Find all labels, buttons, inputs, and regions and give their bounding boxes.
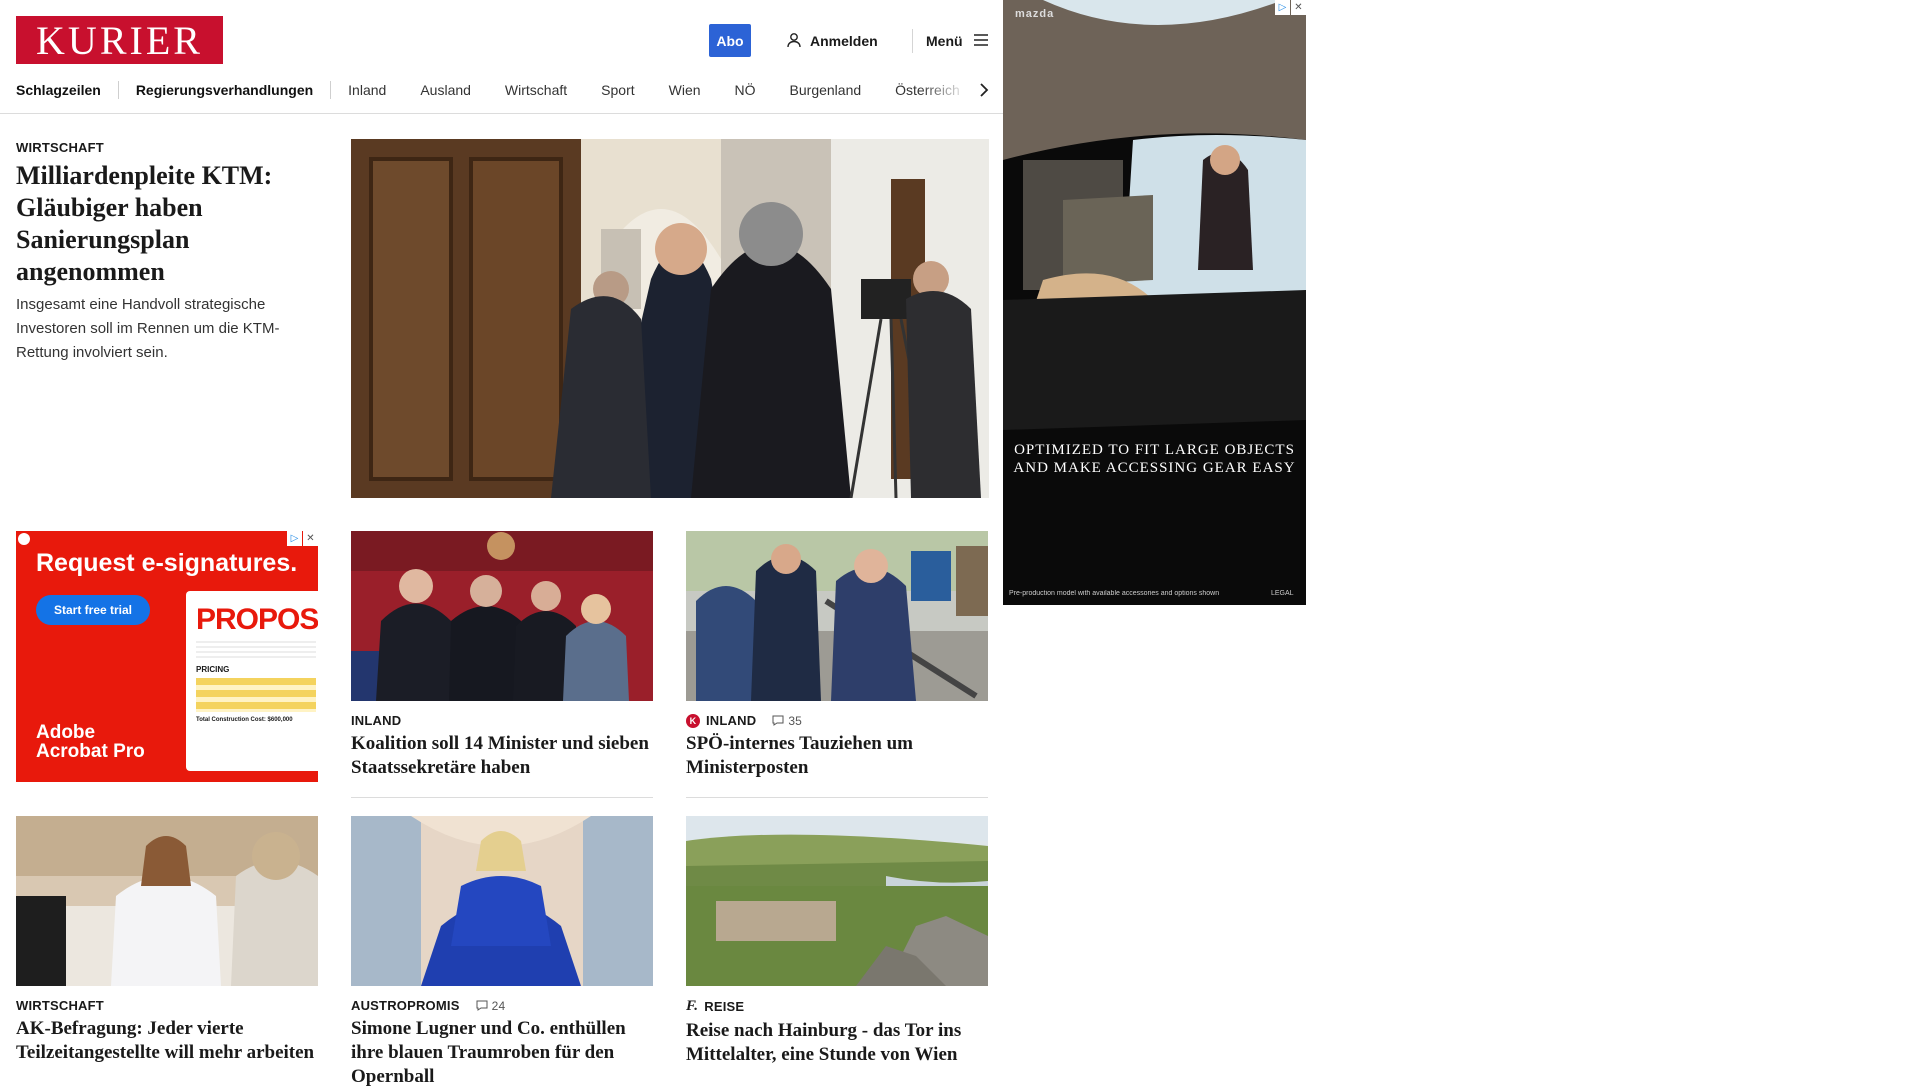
card-headline[interactable]: AK-Befragung: Jeder vierte Teilzeitanges… (16, 1017, 318, 1065)
section-nav: Schlagzeilen Regierungsverhandlungen Inl… (16, 76, 993, 104)
card-headline[interactable]: Koalition soll 14 Minister und sieben St… (351, 732, 653, 780)
lead-headline[interactable]: Milliardenpleite KTM: Gläubiger haben Sa… (16, 160, 326, 288)
nav-item-wirtschaft[interactable]: Wirtschaft (488, 82, 584, 98)
menu-button[interactable]: Menü (926, 29, 989, 53)
article-image[interactable] (686, 816, 988, 986)
lead-kicker[interactable]: WIRTSCHAFT (16, 140, 104, 155)
card-kicker[interactable]: AUSTROPROMIS 24 (351, 998, 653, 1013)
nav-item-inland[interactable]: Inland (331, 82, 403, 98)
card-headline[interactable]: SPÖ-internes Tauziehen um Ministerposten (686, 732, 988, 780)
chevron-right-icon[interactable] (976, 78, 992, 102)
nav-item-schlagzeilen[interactable]: Schlagzeilen (16, 82, 118, 98)
card-kicker[interactable]: K INLAND 35 (686, 713, 988, 728)
ad-headline: Request e-signatures. (36, 549, 298, 577)
adobe-badge-icon (18, 533, 30, 545)
comment-count[interactable]: 35 (772, 714, 802, 728)
doc-total: Total Construction Cost: $600,000 (196, 717, 293, 723)
article-card[interactable]: K INLAND 35 SPÖ-internes Tauziehen um Mi… (686, 531, 988, 780)
ad-mazda[interactable]: ▷ ✕ mazda OPTIMIZED TO FIT LARGE OBJECTS … (1003, 0, 1306, 605)
nav-fade (920, 76, 980, 104)
ad-mazda-image (1003, 0, 1306, 605)
comment-count[interactable]: 24 (476, 999, 506, 1013)
comment-icon (772, 715, 784, 726)
login-label: Anmelden (810, 33, 878, 49)
article-image[interactable] (16, 816, 318, 986)
header-divider (912, 29, 913, 53)
doc-title: PROPOSAL (196, 603, 318, 636)
nav-item-regierungsverhandlungen[interactable]: Regierungsverhandlungen (119, 82, 330, 98)
comment-icon (476, 1000, 488, 1011)
doc-text-lines (196, 641, 316, 659)
hamburger-icon (973, 33, 989, 50)
article-card[interactable]: INLAND Koalition soll 14 Minister und si… (351, 531, 653, 780)
article-image[interactable] (351, 816, 653, 986)
article-card[interactable]: WIRTSCHAFT AK-Befragung: Jeder vierte Te… (16, 816, 318, 1065)
ad-disclaimer: Pre-production model with available acce… (1009, 590, 1220, 597)
article-image[interactable] (686, 531, 988, 701)
nav-item-ausland[interactable]: Ausland (403, 82, 488, 98)
nav-divider (0, 113, 1007, 114)
kurier-logo[interactable]: KURIER (16, 16, 223, 64)
nav-item-burgenland[interactable]: Burgenland (773, 82, 879, 98)
start-trial-button[interactable]: Start free trial (36, 595, 150, 625)
card-kicker[interactable]: WIRTSCHAFT (16, 998, 318, 1013)
nav-item-noe[interactable]: NÖ (718, 82, 773, 98)
article-card[interactable]: f. REISE Reise nach Hainburg - das Tor i… (686, 816, 988, 1067)
card-divider (351, 797, 653, 798)
card-headline[interactable]: Reise nach Hainburg - das Tor ins Mittel… (686, 1019, 988, 1067)
adchoices-icon[interactable]: ▷ ✕ (1275, 0, 1306, 15)
card-divider (686, 797, 988, 798)
menu-label: Menü (926, 33, 963, 49)
adobe-brand: Adobe Acrobat Pro (36, 722, 145, 762)
user-icon (786, 32, 802, 51)
lead-teaser: Insgesamt eine Handvoll strategische Inv… (16, 296, 280, 361)
kurier-plus-badge-icon: K (686, 713, 700, 728)
nav-item-sport[interactable]: Sport (584, 82, 651, 98)
ad-document: PROPOSAL PRICING Total Construction Cost… (186, 591, 318, 771)
doc-pricing-table (196, 678, 316, 712)
card-kicker[interactable]: f. REISE (686, 998, 988, 1015)
abo-button[interactable]: Abo (709, 24, 751, 57)
reise-badge-icon: f. (686, 998, 699, 1014)
adchoices-icon[interactable]: ▷ ✕ (287, 531, 318, 546)
mazda-logo: mazda (1015, 8, 1055, 20)
ad-tagline: OPTIMIZED TO FIT LARGE OBJECTS AND MAKE … (1013, 442, 1296, 476)
card-kicker[interactable]: INLAND (351, 713, 653, 728)
doc-section: PRICING (196, 665, 230, 674)
article-card[interactable]: AUSTROPROMIS 24 Simone Lugner und Co. en… (351, 816, 653, 1089)
article-image[interactable] (351, 531, 653, 701)
card-headline[interactable]: Simone Lugner und Co. enthüllen ihre bla… (351, 1017, 653, 1089)
login-button[interactable]: Anmelden (786, 29, 878, 53)
lead-photo[interactable] (351, 139, 989, 498)
ad-adobe[interactable]: ▷ ✕ Request e-signatures. Start free tria… (16, 531, 318, 782)
nav-item-wien[interactable]: Wien (652, 82, 718, 98)
ad-legal-link[interactable]: LEGAL (1271, 590, 1294, 597)
